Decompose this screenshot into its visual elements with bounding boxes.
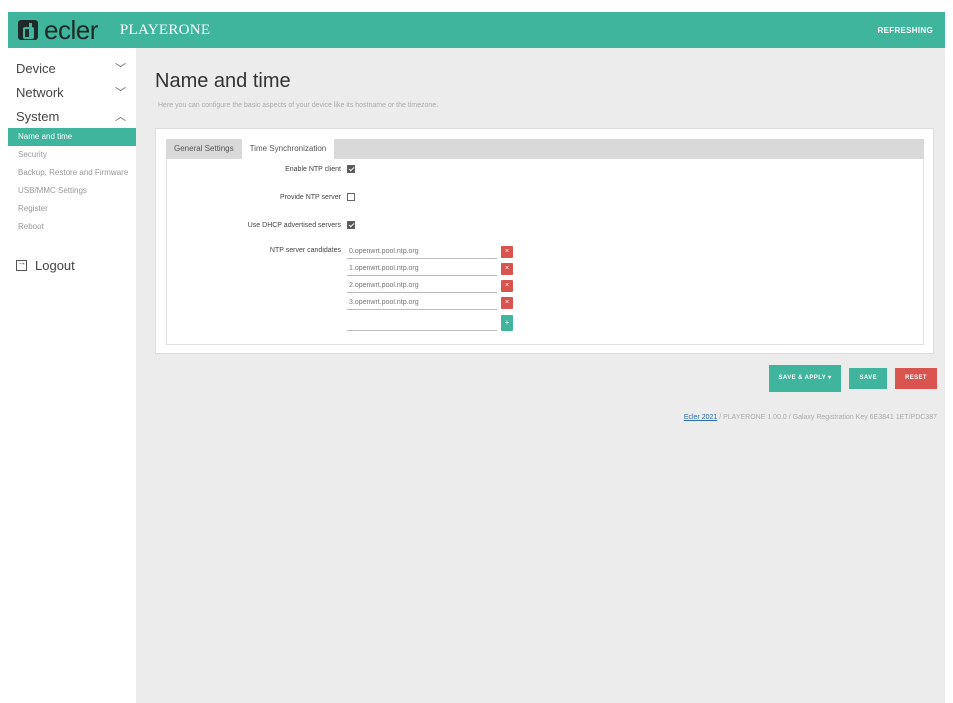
tab-bar: General Settings Time Synchronization (166, 139, 924, 159)
chevron-down-icon: ﹀ (115, 63, 126, 75)
delete-server-button[interactable]: × (501, 245, 513, 258)
top-bar: ecler PLAYERONE REFRESHING (8, 12, 945, 48)
provide-ntp-row: Provide NTP server (167, 193, 355, 201)
sidebar-item-name-and-time[interactable]: Name and time (8, 128, 136, 146)
logout-label: Logout (35, 258, 75, 273)
nav-group-label: Device (16, 60, 56, 76)
candidates-label: NTP server candidates (269, 247, 341, 254)
footer-link[interactable]: Ecler 2021 (684, 414, 717, 421)
server-input-1[interactable] (347, 261, 497, 276)
add-server-button[interactable]: + (501, 315, 513, 331)
settings-card: General Settings Time Synchronization En… (155, 128, 934, 354)
provide-ntp-label: Provide NTP server (280, 193, 341, 201)
nav-group-network[interactable]: Network ﹀ (8, 80, 136, 104)
nav-group-label: System (16, 108, 60, 124)
server-entry: × (347, 294, 513, 311)
nav-group-label: Network (16, 84, 64, 100)
delete-server-button[interactable]: × (501, 279, 513, 292)
ecler-logo-icon (18, 20, 38, 40)
save-button[interactable]: SAVE (849, 368, 887, 389)
sidebar-item-usb-mmc[interactable]: USB/MMC Settings (8, 182, 136, 200)
server-input-2[interactable] (347, 278, 497, 293)
logout-icon (16, 257, 27, 271)
nav-group-system[interactable]: System ︿ (8, 104, 136, 128)
chevron-up-icon: ︿ (115, 111, 126, 123)
sidebar-item-register[interactable]: Register (8, 200, 136, 218)
tab-time-synchronization[interactable]: Time Synchronization (241, 139, 335, 159)
product-name: PLAYERONE (119, 21, 211, 38)
candidates-row: NTP server candidates (167, 247, 347, 254)
server-input-0[interactable] (347, 244, 497, 259)
footer-text: / PLAYERONE 1.00.0 / Galaxy Registration… (717, 414, 937, 421)
logo-text: ecler (44, 15, 98, 45)
server-input-3[interactable] (347, 295, 497, 310)
page-title: Name and time (155, 70, 291, 92)
dhcp-row: Use DHCP advertised servers (167, 221, 355, 229)
reset-button[interactable]: RESET (894, 368, 937, 389)
refresh-status[interactable]: REFRESHING (878, 26, 933, 35)
save-apply-button[interactable]: SAVE & APPLY ▾ (768, 365, 842, 392)
page-description: Here you can configure the basic aspects… (158, 102, 439, 109)
sidebar-item-backup[interactable]: Backup, Restore and Firmware (8, 164, 136, 182)
new-server-input[interactable] (347, 315, 497, 331)
enable-ntp-checkbox[interactable] (347, 165, 355, 173)
dhcp-label: Use DHCP advertised servers (247, 221, 341, 229)
chevron-down-icon: ﹀ (115, 87, 126, 99)
tab-panel: Enable NTP client Provide NTP server Use… (166, 159, 924, 345)
server-list: × × × × + (347, 243, 513, 335)
sidebar-item-reboot[interactable]: Reboot (8, 218, 136, 236)
delete-server-button[interactable]: × (501, 262, 513, 275)
server-entry: × (347, 243, 513, 260)
dhcp-checkbox[interactable] (347, 221, 355, 229)
sidebar-item-security[interactable]: Security (8, 146, 136, 164)
footer: Ecler 2021 / PLAYERONE 1.00.0 / Galaxy R… (684, 414, 937, 421)
logout-link[interactable]: Logout (8, 257, 136, 273)
server-entry: × (347, 277, 513, 294)
tab-general-settings[interactable]: General Settings (166, 139, 242, 159)
enable-ntp-row: Enable NTP client (167, 165, 355, 173)
brand-logo: ecler (18, 17, 98, 43)
enable-ntp-label: Enable NTP client (285, 165, 341, 173)
provide-ntp-checkbox[interactable] (347, 193, 355, 201)
new-server-entry: + (347, 311, 513, 335)
main-content: Name and time Here you can configure the… (136, 48, 945, 703)
delete-server-button[interactable]: × (501, 296, 513, 309)
server-entry: × (347, 260, 513, 277)
nav-group-device[interactable]: Device ﹀ (8, 56, 136, 80)
action-bar: SAVE & APPLY ▾ SAVE RESET (761, 365, 937, 392)
sidebar: Device ﹀ Network ﹀ System ︿ Name and tim… (8, 48, 136, 703)
